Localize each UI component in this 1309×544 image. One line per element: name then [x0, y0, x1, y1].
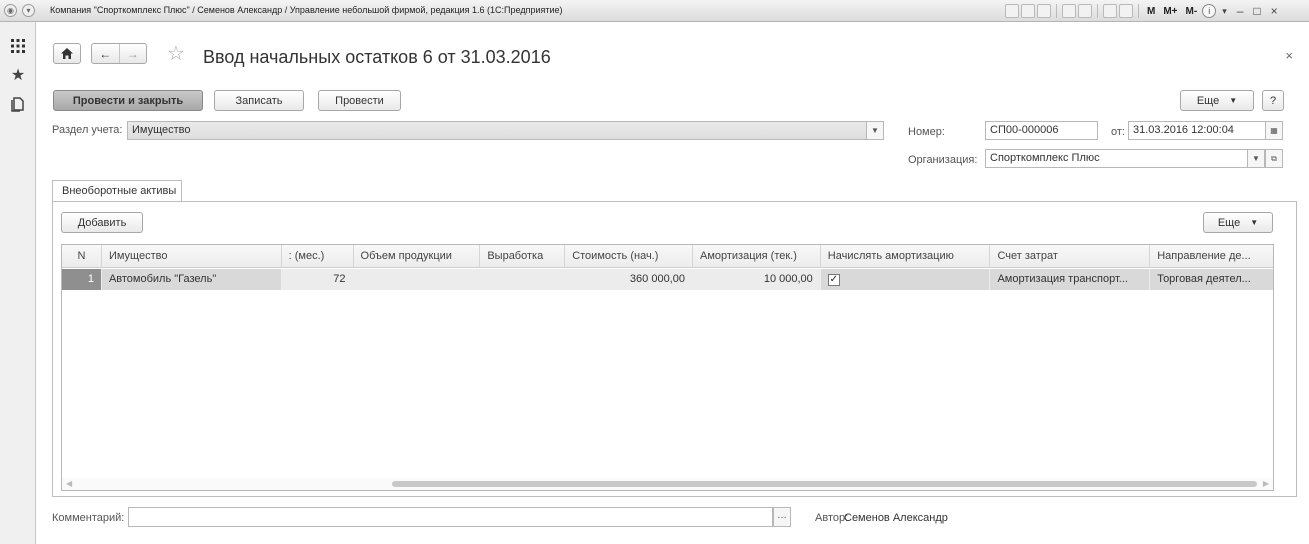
- app-menu-icon[interactable]: ◉: [4, 4, 17, 17]
- more-button-label: Еще: [1196, 94, 1220, 107]
- forward-button[interactable]: →: [118, 44, 147, 63]
- output-cell[interactable]: [480, 269, 566, 290]
- calendar-icon[interactable]: [1119, 4, 1133, 18]
- amortization-cell[interactable]: 10 000,00: [692, 269, 821, 290]
- author-value: Семенов Александр: [844, 512, 948, 524]
- window-title: Компания "Спорткомплекс Плюс" / Семенов …: [50, 5, 563, 15]
- comment-field[interactable]: [128, 507, 773, 527]
- history-icon[interactable]: ▾: [22, 4, 35, 17]
- accrue-cell: ✓: [821, 269, 991, 290]
- cost-cell[interactable]: 360 000,00: [565, 269, 693, 290]
- organization-open-button[interactable]: ⧉: [1265, 149, 1283, 168]
- help-button[interactable]: ?: [1262, 90, 1284, 111]
- organization-label: Организация:: [908, 154, 978, 166]
- horizontal-scrollbar[interactable]: ◀ ▶: [62, 478, 1273, 490]
- favorites-star-icon[interactable]: ★: [8, 66, 28, 86]
- memory-plus-button[interactable]: M+: [1163, 6, 1177, 17]
- calendar-button[interactable]: ▦: [1265, 121, 1283, 140]
- nav-history: ← →: [91, 43, 147, 64]
- date-label: от:: [1111, 126, 1125, 138]
- page-title: Ввод начальных остатков 6 от 31.03.2016: [203, 47, 551, 67]
- table-more-button[interactable]: Еще ▼: [1203, 212, 1273, 233]
- memory-button[interactable]: M: [1147, 6, 1155, 17]
- preview-icon[interactable]: [1037, 4, 1051, 18]
- main-content: ← → ☆ Ввод начальных остатков 6 от 31.03…: [37, 22, 1309, 544]
- close-window-icon[interactable]: ×: [1271, 4, 1278, 18]
- favorites-icon[interactable]: [1062, 4, 1076, 18]
- link-icon[interactable]: [1078, 4, 1092, 18]
- memory-minus-button[interactable]: M-: [1186, 6, 1198, 17]
- maximize-icon[interactable]: □: [1253, 4, 1260, 18]
- dropdown-caret-icon: ▼: [1250, 218, 1259, 227]
- months-cell[interactable]: 72: [281, 269, 354, 290]
- account-cell[interactable]: Амортизация транспорт...: [990, 269, 1151, 290]
- home-icon: [61, 48, 73, 59]
- scroll-right-icon[interactable]: ▶: [1263, 479, 1269, 488]
- volume-cell[interactable]: [353, 269, 481, 290]
- tab-panel: Добавить Еще ▼ N Имущество : (мес.) Объем…: [52, 201, 1297, 497]
- number-field[interactable]: СП00-000006: [985, 121, 1098, 140]
- table-row[interactable]: 1 Автомобиль "Газель" 72 360 000,00 10 0…: [62, 269, 1273, 290]
- column-header[interactable]: Направление де...: [1150, 245, 1273, 268]
- column-header[interactable]: Начислять амортизацию: [821, 245, 991, 268]
- column-header[interactable]: Амортизация (тек.): [693, 245, 821, 268]
- separator: [1056, 4, 1057, 18]
- organization-dropdown-button[interactable]: ▼: [1247, 149, 1265, 168]
- tab-fixed-assets[interactable]: Внеоборотные активы: [52, 180, 182, 202]
- favorite-star-icon[interactable]: ☆: [167, 41, 185, 66]
- column-header[interactable]: Стоимость (нач.): [565, 245, 693, 268]
- post-button[interactable]: Провести: [318, 90, 401, 111]
- column-header[interactable]: Выработка: [480, 245, 566, 268]
- column-header[interactable]: N: [62, 245, 102, 268]
- column-header[interactable]: : (мес.): [282, 245, 354, 268]
- window-tools: M M+ M- i ▾ – □ ×: [1005, 3, 1282, 19]
- print-icon[interactable]: [1021, 4, 1035, 18]
- save-button[interactable]: Записать: [214, 90, 304, 111]
- minimize-icon[interactable]: –: [1237, 4, 1244, 18]
- date-field[interactable]: 31.03.2016 12:00:04: [1128, 121, 1266, 140]
- table-more-label: Еще: [1217, 216, 1241, 229]
- back-button[interactable]: ←: [92, 44, 119, 63]
- post-and-close-button[interactable]: Провести и закрыть: [53, 90, 203, 111]
- left-panel: ★: [0, 22, 36, 544]
- asset-cell[interactable]: Автомобиль "Газель": [102, 269, 282, 290]
- apps-grid-icon[interactable]: [8, 38, 28, 58]
- section-label: Раздел учета:: [52, 124, 123, 136]
- organization-select[interactable]: Спорткомплекс Плюс: [985, 149, 1248, 168]
- more-button[interactable]: Еще ▼: [1180, 90, 1254, 111]
- accrue-checkbox[interactable]: ✓: [827, 274, 840, 286]
- separator: [1097, 4, 1098, 18]
- scrollbar-thumb[interactable]: [392, 481, 1257, 487]
- separator: [1138, 4, 1139, 18]
- scroll-left-icon[interactable]: ◀: [66, 479, 72, 488]
- comment-select-button[interactable]: …: [773, 507, 791, 527]
- history-panel-icon[interactable]: [8, 96, 28, 116]
- table-header: N Имущество : (мес.) Объем продукции Выр…: [62, 245, 1273, 268]
- save-icon[interactable]: [1005, 4, 1019, 18]
- dropdown-caret-icon: ▼: [1229, 96, 1238, 105]
- row-number: 1: [62, 269, 102, 290]
- add-button[interactable]: Добавить: [61, 212, 143, 233]
- number-label: Номер:: [908, 126, 945, 138]
- calculator-icon[interactable]: [1103, 4, 1117, 18]
- info-dropdown-icon[interactable]: ▾: [1222, 6, 1227, 17]
- comment-label: Комментарий:: [52, 512, 125, 524]
- window-titlebar: ◉ ▾ Компания "Спорткомплекс Плюс" / Семе…: [0, 0, 1309, 22]
- assets-table: N Имущество : (мес.) Объем продукции Выр…: [61, 244, 1274, 491]
- section-select[interactable]: Имущество: [127, 121, 867, 140]
- close-form-icon[interactable]: ×: [1285, 48, 1293, 63]
- info-icon[interactable]: i: [1202, 4, 1217, 18]
- column-header[interactable]: Имущество: [102, 245, 282, 268]
- column-header[interactable]: Счет затрат: [990, 245, 1151, 268]
- home-button[interactable]: [53, 43, 81, 64]
- section-dropdown-button[interactable]: ▼: [866, 121, 884, 140]
- direction-cell[interactable]: Торговая деятел...: [1150, 269, 1273, 290]
- column-header[interactable]: Объем продукции: [354, 245, 481, 268]
